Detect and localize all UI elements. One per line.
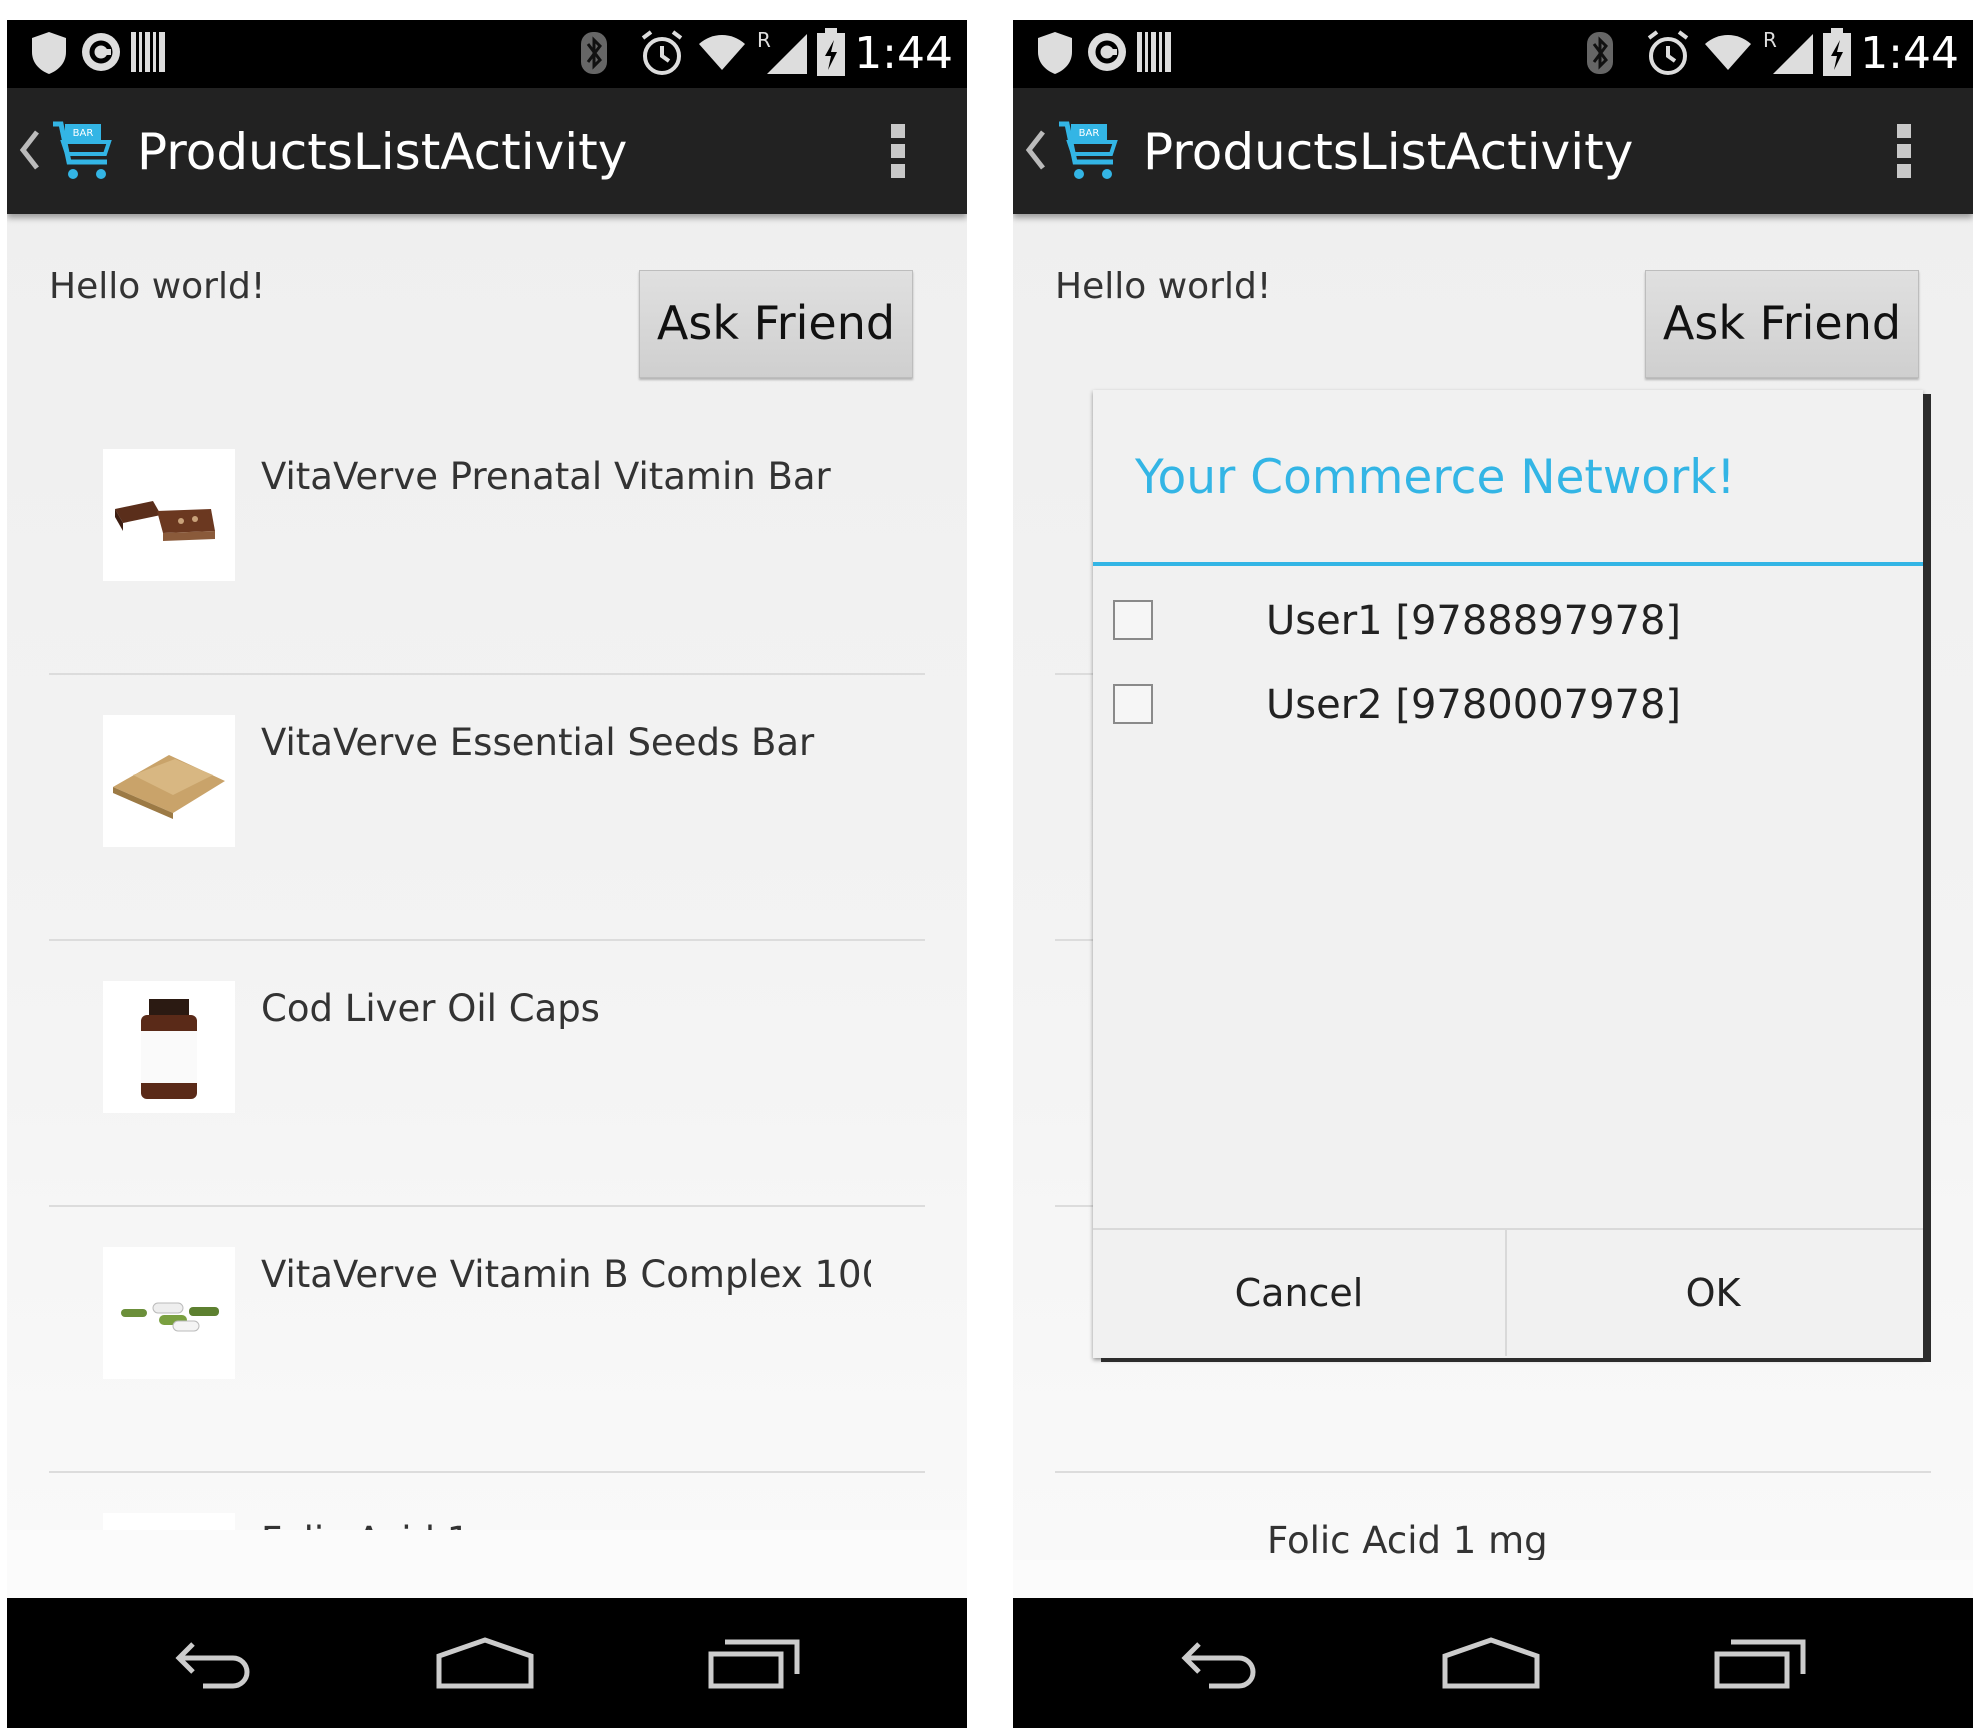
- navigation-bar: [1013, 1598, 1973, 1728]
- shield-icon: [32, 32, 66, 74]
- clock: 1:44: [1860, 28, 1959, 79]
- user2-checkbox[interactable]: [1113, 684, 1153, 724]
- battery-icon: [817, 28, 845, 76]
- product-name: Folic Acid 1 mg: [1267, 1519, 1548, 1562]
- list-item[interactable]: VitaVerve Prenatal Vitamin Bar: [49, 407, 925, 675]
- dialog-title: Your Commerce Network!: [1135, 450, 1736, 505]
- list-item[interactable]: VitaVerve Vitamin B Complex 100 mg: [49, 1205, 925, 1473]
- overflow-menu-icon[interactable]: [1897, 124, 1911, 184]
- product-name: VitaVerve Vitamin B Complex 100 mg: [261, 1253, 871, 1296]
- wifi-icon: [1705, 35, 1751, 70]
- contact-item[interactable]: User2 [9780007978]: [1093, 674, 1923, 754]
- contact-item[interactable]: User1 [9788897978]: [1093, 590, 1923, 670]
- list-divider: [1055, 1471, 1931, 1473]
- list-clip: [1013, 1560, 1973, 1598]
- alarm-icon: [641, 30, 683, 75]
- greeting-text: Hello world!: [1055, 266, 1272, 307]
- bluetooth-icon: [1587, 32, 1613, 74]
- svg-text:BAR: BAR: [73, 128, 94, 139]
- pill-bottle-image: [103, 981, 235, 1113]
- contact-label: User1 [9788897978]: [1266, 598, 1682, 644]
- barcode-icon: [131, 32, 165, 72]
- phone-screen-products-list: R 1:44 BAR ProductsListActivity Hello wo…: [7, 20, 967, 1728]
- ask-friend-dialog: Your Commerce Network! User1 [9788897978…: [1093, 390, 1923, 1358]
- capsules-image: [103, 1247, 235, 1379]
- phone-screen-ask-friend-dialog: R 1:44 BAR ProductsListActivity Hello wo…: [1013, 20, 1973, 1728]
- product-name: Cod Liver Oil Caps: [261, 987, 600, 1030]
- clock: 1:44: [854, 28, 953, 79]
- recent-apps-icon[interactable]: [707, 1636, 801, 1690]
- signal-icon: [1773, 34, 1813, 74]
- shopping-cart-logo-icon[interactable]: BAR: [1057, 118, 1123, 184]
- dialog-title-divider: [1093, 562, 1923, 566]
- page-title: ProductsListActivity: [137, 123, 628, 181]
- battery-icon: [1823, 28, 1851, 76]
- chevron-left-icon[interactable]: [1023, 128, 1047, 172]
- back-icon[interactable]: [173, 1636, 263, 1690]
- shield-icon: [1038, 32, 1072, 74]
- barcode-icon: [1137, 32, 1171, 72]
- action-bar: BAR ProductsListActivity: [7, 88, 967, 214]
- alarm-icon: [1647, 30, 1689, 75]
- status-bar: R 1:44: [1013, 20, 1973, 88]
- sync-icon: [82, 33, 120, 71]
- list-item[interactable]: VitaVerve Essential Seeds Bar: [49, 673, 925, 941]
- overflow-menu-icon[interactable]: [891, 124, 905, 184]
- action-bar: BAR ProductsListActivity: [1013, 88, 1973, 214]
- chevron-left-icon[interactable]: [17, 128, 41, 172]
- status-bar: R 1:44: [7, 20, 967, 88]
- cancel-button[interactable]: Cancel: [1093, 1230, 1507, 1356]
- home-icon[interactable]: [435, 1636, 535, 1690]
- wifi-icon: [699, 35, 745, 70]
- greeting-text: Hello world!: [49, 266, 266, 307]
- recent-apps-icon[interactable]: [1713, 1636, 1807, 1690]
- navigation-bar: [7, 1598, 967, 1728]
- ask-friend-button[interactable]: Ask Friend: [639, 270, 913, 378]
- signal-icon: [767, 34, 807, 74]
- product-name: VitaVerve Essential Seeds Bar: [261, 721, 815, 764]
- shopping-cart-logo-icon[interactable]: BAR: [51, 118, 117, 184]
- ask-friend-button[interactable]: Ask Friend: [1645, 270, 1919, 378]
- svg-text:BAR: BAR: [1079, 128, 1100, 139]
- user1-checkbox[interactable]: [1113, 600, 1153, 640]
- bluetooth-icon: [581, 32, 607, 74]
- list-item[interactable]: Cod Liver Oil Caps: [49, 939, 925, 1207]
- ok-button[interactable]: OK: [1507, 1230, 1919, 1356]
- home-icon[interactable]: [1441, 1636, 1541, 1690]
- chocolate-bar-image: [103, 449, 235, 581]
- back-icon[interactable]: [1179, 1636, 1269, 1690]
- contact-label: User2 [9780007978]: [1266, 682, 1682, 728]
- seeds-bar-image: [103, 715, 235, 847]
- list-clip: [7, 1530, 967, 1598]
- product-name: VitaVerve Prenatal Vitamin Bar: [261, 455, 831, 498]
- page-title: ProductsListActivity: [1143, 123, 1634, 181]
- dialog-button-bar: Cancel OK: [1093, 1228, 1923, 1360]
- sync-icon: [1088, 33, 1126, 71]
